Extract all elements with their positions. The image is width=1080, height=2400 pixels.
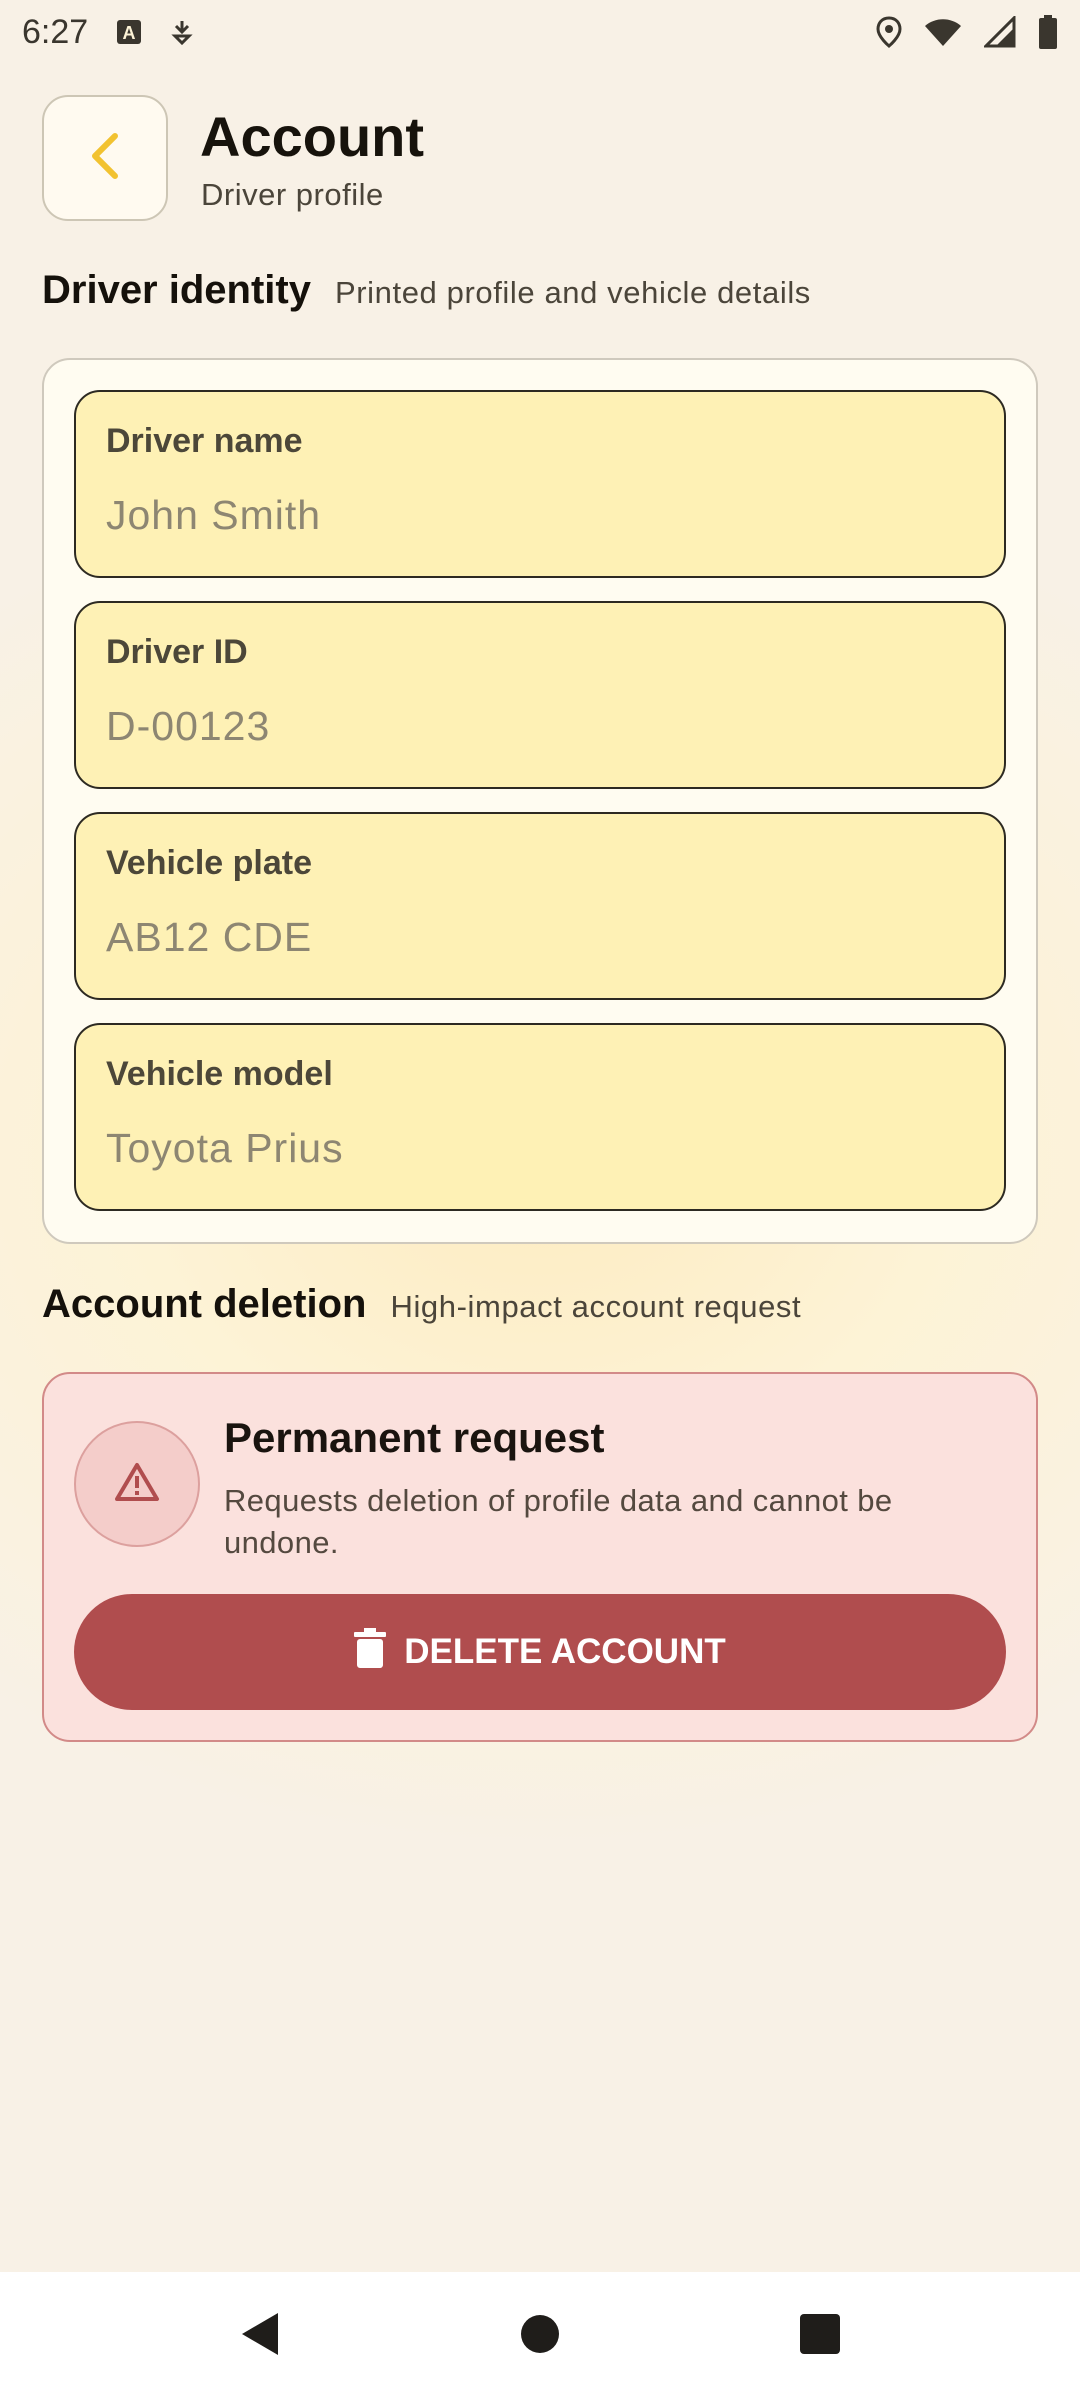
deletion-section-hint: High-impact account request: [390, 1289, 802, 1324]
field-value: John Smith: [106, 492, 322, 538]
nav-recents-button[interactable]: [760, 2286, 880, 2386]
warning-badge: [74, 1421, 200, 1547]
trash-icon: [354, 1627, 387, 1677]
battery-icon: [1038, 15, 1058, 49]
field-value: AB12 CDE: [106, 914, 313, 960]
keyboard-a-icon: A: [116, 19, 142, 45]
vehicle-plate-field[interactable]: Vehicle plate AB12 CDE: [74, 812, 1006, 1000]
delete-card: Permanent request Requests deletion of p…: [42, 1372, 1038, 1742]
field-label: Driver ID: [106, 633, 248, 671]
deletion-section-header: Account deletion High-impact account req…: [42, 1282, 801, 1327]
signal-icon: [984, 16, 1016, 48]
driver-id-field[interactable]: Driver ID D-00123: [74, 601, 1006, 789]
page-subtitle: Driver profile: [201, 177, 384, 212]
permanent-request-title: Permanent request: [224, 1414, 605, 1461]
nav-back-button[interactable]: [200, 2286, 320, 2386]
field-value: Toyota Prius: [106, 1125, 344, 1171]
field-label: Vehicle plate: [106, 844, 312, 882]
field-label: Vehicle model: [106, 1055, 333, 1093]
field-value: D-00123: [106, 703, 271, 749]
identity-section-title: Driver identity: [42, 268, 311, 312]
identity-card: Driver name John Smith Driver ID D-00123…: [42, 358, 1038, 1244]
deletion-section-title: Account deletion: [42, 1282, 367, 1326]
chevron-left-icon: [85, 130, 125, 187]
status-time: 6:27: [22, 12, 89, 51]
download-arrow-icon: [170, 18, 194, 46]
recents-square-icon: [799, 2313, 841, 2360]
navigation-bar: [0, 2272, 1080, 2400]
identity-section-hint: Printed profile and vehicle details: [334, 275, 811, 310]
delete-account-label: DELETE ACCOUNT: [404, 1632, 726, 1671]
warning-triangle-icon: [114, 1461, 160, 1508]
home-circle-icon: [520, 2314, 560, 2359]
driver-name-field[interactable]: Driver name John Smith: [74, 390, 1006, 578]
delete-account-button[interactable]: DELETE ACCOUNT: [74, 1594, 1006, 1710]
svg-text:A: A: [123, 23, 136, 43]
back-button[interactable]: [42, 95, 168, 221]
vehicle-model-field[interactable]: Vehicle model Toyota Prius: [74, 1023, 1006, 1211]
identity-section-header: Driver identity Printed profile and vehi…: [42, 268, 811, 313]
permanent-request-description: Requests deletion of profile data and ca…: [224, 1483, 893, 1560]
status-bar: 6:27 A: [0, 0, 1080, 64]
wifi-icon: [924, 17, 962, 47]
page-title: Account: [200, 105, 424, 168]
back-triangle-icon: [238, 2311, 282, 2362]
field-label: Driver name: [106, 422, 303, 460]
nav-home-button[interactable]: [480, 2286, 600, 2386]
location-icon: [876, 16, 902, 48]
